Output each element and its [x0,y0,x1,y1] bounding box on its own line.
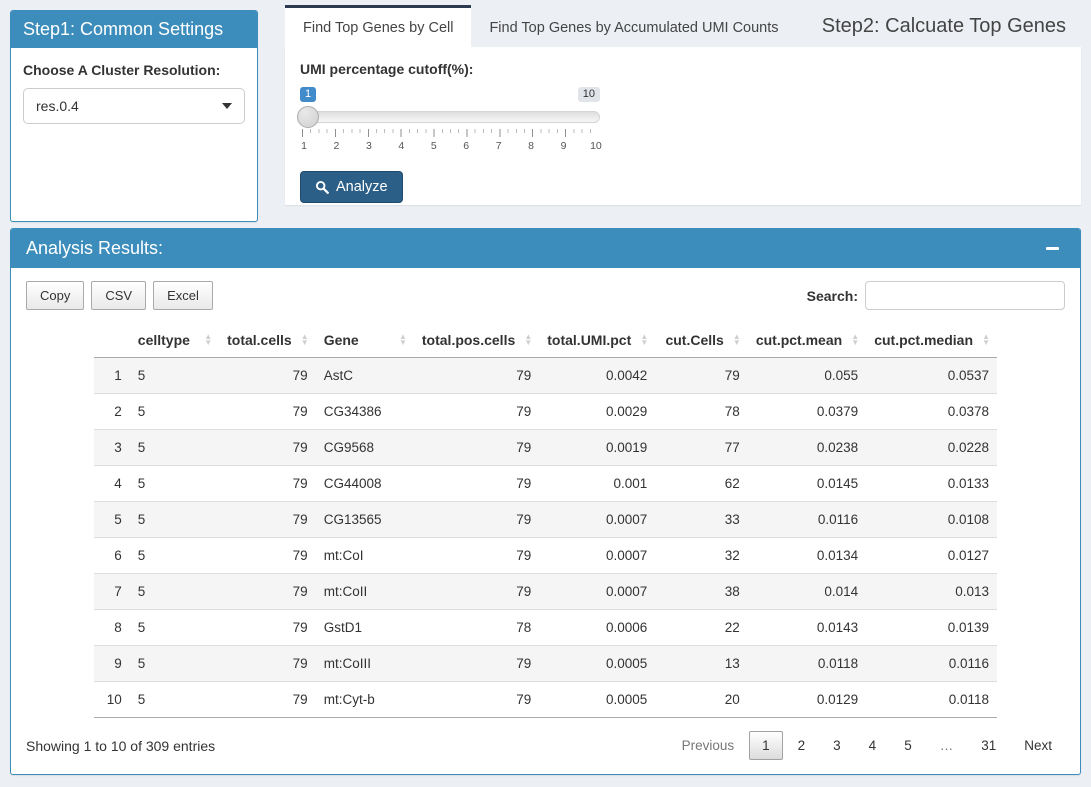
table-footer: Showing 1 to 10 of 309 entries Previous … [26,731,1065,760]
table-search: Search: [807,281,1065,310]
page-button-2[interactable]: 2 [785,731,819,760]
slider-tick-label: 10 [589,140,603,152]
slider-tick-label: 3 [362,140,376,152]
column-header-index [94,323,130,358]
sort-icon: ▲▼ [640,334,648,346]
analysis-results-panel: Analysis Results: Copy CSV Excel Search:… [10,228,1081,775]
sort-icon: ▲▼ [733,334,741,346]
collapse-minus-icon[interactable] [1046,247,1059,250]
datatable-toolbar: Copy CSV Excel Search: [26,281,1065,310]
table-row: 4579CG44008790.001620.01450.0133 [94,466,997,502]
analysis-results-title: Analysis Results: [26,238,163,259]
table-row: 2579CG34386790.0029780.03790.0378 [94,394,997,430]
caret-down-icon [222,103,232,109]
column-header-celltype[interactable]: celltype▲▼ [130,323,219,358]
column-header-cut-pct-median[interactable]: cut.pct.median▲▼ [866,323,997,358]
table-row: 6579mt:CoI790.0007320.01340.0127 [94,538,997,574]
analysis-results-body: Copy CSV Excel Search: celltype▲▼ total.… [11,268,1080,773]
next-page-button[interactable]: Next [1011,731,1065,760]
slider-grid: 1 2 3 4 5 6 7 8 9 10 [302,129,598,153]
umi-cutoff-slider-label: UMI percentage cutoff(%): [300,61,1066,77]
search-icon [315,180,329,194]
tab-find-top-genes-by-accumulated-umi-counts[interactable]: Find Top Genes by Accumulated UMI Counts [471,5,796,47]
table-row: 5579CG13565790.0007330.01160.0108 [94,502,997,538]
sort-icon: ▲▼ [399,334,407,346]
step2-title: Step2: Calcuate Top Genes [822,15,1081,38]
tab-label: Find Top Genes by Accumulated UMI Counts [489,20,778,36]
slider-tick-label: 9 [557,140,571,152]
slider-tick-label: 2 [329,140,343,152]
excel-button[interactable]: Excel [153,281,213,310]
column-header-total-pos-cells[interactable]: total.pos.cells▲▼ [414,323,539,358]
column-header-cut-pct-mean[interactable]: cut.pct.mean▲▼ [748,323,866,358]
tab-find-top-genes-by-cell[interactable]: Find Top Genes by Cell [285,5,471,47]
slider-tick-label: 1 [297,140,311,152]
page-button-3[interactable]: 3 [820,731,854,760]
cluster-resolution-select[interactable]: res.0.4 [23,88,245,124]
previous-page-button[interactable]: Previous [669,731,748,760]
tab-label: Find Top Genes by Cell [303,20,453,36]
cluster-resolution-label: Choose A Cluster Resolution: [23,62,245,78]
column-header-cut-cells[interactable]: cut.Cells▲▼ [655,323,748,358]
copy-button[interactable]: Copy [26,281,84,310]
results-table: celltype▲▼ total.cells▲▼ Gene▲▼ total.po… [94,323,997,718]
slider-tick-marks [302,129,598,137]
step1-panel: Step1: Common Settings Choose A Cluster … [10,10,258,222]
slider-tick-label: 5 [427,140,441,152]
table-row: 7579mt:CoII790.0007380.0140.013 [94,574,997,610]
analyze-button[interactable]: Analyze [300,171,403,203]
slider-tick-label: 6 [459,140,473,152]
cluster-resolution-value: res.0.4 [36,98,79,114]
search-input[interactable] [865,281,1065,310]
slider-tick-label: 4 [394,140,408,152]
step2-tab-content: UMI percentage cutoff(%): 1 10 1 2 3 4 5… [285,47,1081,205]
slider-tick-labels: 1 2 3 4 5 6 7 8 9 10 [297,140,603,152]
table-row: 3579CG9568790.0019770.02380.0228 [94,430,997,466]
slider-handle[interactable] [297,106,319,128]
step2-tabbox: Find Top Genes by Cell Find Top Genes by… [285,5,1081,205]
table-info: Showing 1 to 10 of 309 entries [26,738,215,754]
slider-tick-label: 7 [492,140,506,152]
page-button-4[interactable]: 4 [856,731,890,760]
slider-track[interactable] [300,111,600,123]
export-buttons: Copy CSV Excel [26,281,213,310]
slider-value-badge: 1 [300,87,316,102]
csv-button[interactable]: CSV [91,281,146,310]
results-table-header: celltype▲▼ total.cells▲▼ Gene▲▼ total.po… [94,323,997,358]
slider-max-badge: 10 [578,87,600,102]
column-header-total-cells[interactable]: total.cells▲▼ [219,323,316,358]
analysis-results-header: Analysis Results: [11,229,1080,268]
sort-icon: ▲▼ [301,334,309,346]
page-button-1[interactable]: 1 [749,731,783,760]
column-header-total-umi-pct[interactable]: total.UMI.pct▲▼ [539,323,655,358]
sort-icon: ▲▼ [204,334,212,346]
table-row: 9579mt:CoIII790.0005130.01180.0116 [94,646,997,682]
page-button-5[interactable]: 5 [891,731,925,760]
analyze-button-label: Analyze [336,179,388,195]
table-row: 1579AstC790.0042790.0550.0537 [94,358,997,394]
sort-icon: ▲▼ [982,334,990,346]
pagination: Previous 1 2 3 4 5 … 31 Next [667,731,1065,760]
step1-panel-body: Choose A Cluster Resolution: res.0.4 [11,48,257,138]
step1-panel-title: Step1: Common Settings [11,11,257,48]
page-button-31[interactable]: 31 [968,731,1009,760]
table-row: 10579mt:Cyt-b790.0005200.01290.0118 [94,682,997,718]
umi-cutoff-slider[interactable]: 1 10 1 2 3 4 5 6 7 8 9 10 [300,87,600,155]
sort-icon: ▲▼ [851,334,859,346]
step2-tab-bar: Find Top Genes by Cell Find Top Genes by… [285,5,1081,47]
results-table-body: 1579AstC790.0042790.0550.0537 2579CG3438… [94,358,997,718]
pagination-ellipsis: … [927,731,967,760]
table-row: 8579GstD1780.0006220.01430.0139 [94,610,997,646]
sort-icon: ▲▼ [524,334,532,346]
slider-tick-label: 8 [524,140,538,152]
column-header-gene[interactable]: Gene▲▼ [316,323,414,358]
search-label: Search: [807,288,858,304]
